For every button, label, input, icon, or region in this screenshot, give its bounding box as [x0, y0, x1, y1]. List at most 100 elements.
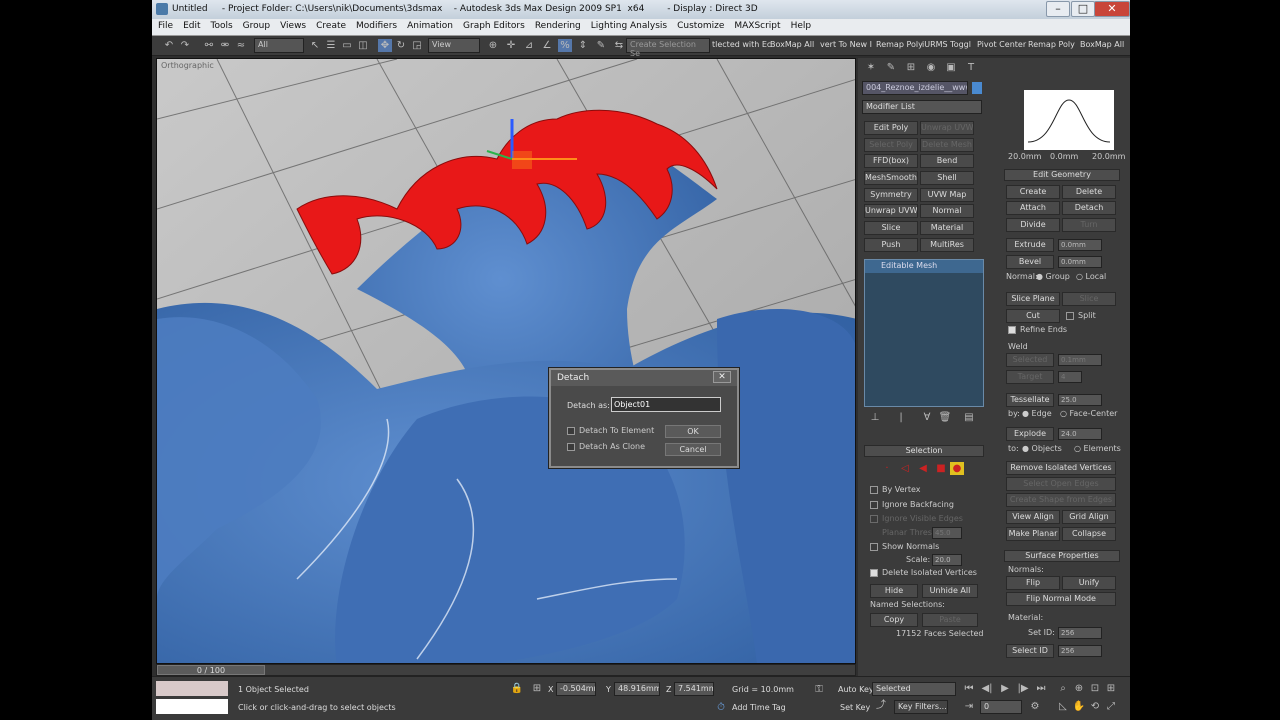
quick-button-5[interactable]: iURMS Toggl [922, 40, 971, 49]
create-button[interactable]: Create [1006, 185, 1060, 199]
lock-selection-icon[interactable]: 🔒 [510, 682, 524, 695]
detach-ok-button[interactable]: OK [665, 425, 721, 438]
play-icon[interactable]: ▶ [998, 682, 1012, 695]
slice-button[interactable]: Slice [1062, 292, 1116, 306]
planar-thresh-spinner[interactable]: 45.0 [932, 527, 962, 539]
unlink-icon[interactable]: ⚮ [218, 39, 232, 52]
face-center-radio[interactable]: ○ Face-Center [1060, 409, 1117, 418]
explode-button[interactable]: Explode [1006, 427, 1054, 441]
create-tab-icon[interactable]: ✶ [864, 61, 878, 74]
divide-button[interactable]: Divide [1006, 218, 1060, 232]
display-tab-icon[interactable]: ▣ [944, 61, 958, 74]
hide-button[interactable]: Hide [870, 584, 918, 598]
remove-modifier-icon[interactable]: 🗑 [938, 411, 952, 424]
prev-frame-icon[interactable]: ◀| [980, 682, 994, 695]
weld-target-spinner[interactable]: 4 [1058, 371, 1082, 383]
grid-align-button[interactable]: Grid Align [1062, 510, 1116, 524]
paste-button[interactable]: Paste [922, 613, 978, 627]
percent-snap-icon[interactable]: % [558, 39, 572, 52]
turn-button[interactable]: Turn [1062, 218, 1116, 232]
mod-delete-mesh[interactable]: Delete Mesh [920, 138, 974, 152]
tessellate-button[interactable]: Tessellate [1006, 393, 1054, 407]
refine-ends-checkbox[interactable] [1008, 326, 1016, 334]
set-id-spinner[interactable]: 256 [1058, 627, 1102, 639]
key-mode-icon[interactable]: ⇥ [962, 700, 976, 713]
y-coordinate[interactable]: 48.916mm [614, 682, 660, 696]
face-mode-icon[interactable]: ◀ [916, 462, 930, 475]
zoom-extents-all-icon[interactable]: ⊞ [1104, 682, 1118, 695]
pivot-icon[interactable]: ⊕ [486, 39, 500, 52]
mod-symmetry[interactable]: Symmetry [864, 188, 918, 202]
menu-views[interactable]: Views [274, 19, 310, 31]
rect-select-icon[interactable]: ▭ [340, 39, 354, 52]
spinner-snap-icon[interactable]: ⇕ [576, 39, 590, 52]
polygon-mode-icon[interactable]: ■ [934, 462, 948, 475]
x-coordinate[interactable]: -0.504mm [556, 682, 596, 696]
menu-group[interactable]: Group [237, 19, 274, 31]
configure-sets-icon[interactable]: ▤ [962, 411, 976, 424]
selection-filter-dropdown[interactable]: All [254, 38, 304, 53]
close-button[interactable]: ✕ [1094, 1, 1130, 17]
time-slider[interactable]: 0 / 100 [156, 664, 856, 676]
mod-slot-2[interactable]: Unwrap UVW [920, 121, 974, 135]
absolute-mode-icon[interactable]: ⊞ [530, 682, 544, 695]
mod-material[interactable]: Material [920, 221, 974, 235]
manipulate-icon[interactable]: ✛ [504, 39, 518, 52]
unify-button[interactable]: Unify [1062, 576, 1116, 590]
delete-button[interactable]: Delete [1062, 185, 1116, 199]
vertex-mode-icon[interactable]: · [880, 462, 894, 475]
pan-icon[interactable]: ✋ [1072, 700, 1086, 713]
objects-radio[interactable]: ● Objects [1022, 444, 1062, 453]
menu-create[interactable]: Create [310, 19, 350, 31]
surface-properties-rollout[interactable]: Surface Properties [1004, 550, 1120, 562]
menu-modifiers[interactable]: Modifiers [350, 19, 401, 31]
reference-coordinate-dropdown[interactable]: View [428, 38, 480, 53]
tessellate-spinner[interactable]: 25.0 [1058, 394, 1102, 406]
quick-button-1[interactable]: tlected with Ec [712, 40, 771, 49]
stack-item-editable-mesh[interactable]: Editable Mesh [865, 260, 983, 273]
bevel-spinner[interactable]: 0.0mm [1058, 256, 1102, 268]
viewport-label[interactable]: Orthographic [161, 61, 214, 70]
ignore-backfacing-checkbox[interactable] [870, 501, 878, 509]
key-set-dropdown[interactable]: Selected [872, 682, 956, 696]
quick-button-3[interactable]: vert To New I [820, 40, 872, 49]
detach-cancel-button[interactable]: Cancel [665, 443, 721, 456]
make-planar-button[interactable]: Make Planar [1006, 527, 1060, 541]
select-id-button[interactable]: Select ID [1006, 644, 1054, 658]
bevel-button[interactable]: Bevel [1006, 255, 1054, 269]
view-align-button[interactable]: View Align [1006, 510, 1060, 524]
scale-spinner[interactable]: 20.0 [932, 554, 962, 566]
mod-select-poly[interactable]: Select Poly [864, 138, 918, 152]
time-slider-thumb[interactable]: 0 / 100 [157, 665, 265, 675]
explode-spinner[interactable]: 24.0 [1058, 428, 1102, 440]
object-color-swatch[interactable] [972, 82, 982, 94]
modifier-list-dropdown[interactable]: Modifier List [862, 100, 982, 114]
mod-unwrap-uvw[interactable]: Unwrap UVW [864, 204, 918, 218]
mod-slice[interactable]: Slice [864, 221, 918, 235]
weld-selected-button[interactable]: Selected [1006, 353, 1054, 367]
flip-normal-mode-button[interactable]: Flip Normal Mode [1006, 592, 1116, 606]
pin-stack-icon[interactable]: ⊥ [868, 411, 882, 424]
detach-as-clone-checkbox[interactable] [567, 443, 575, 451]
object-name-field[interactable]: 004_Reznoe_izdelie__www.fc [862, 81, 968, 95]
hierarchy-tab-icon[interactable]: ⊞ [904, 61, 918, 74]
mod-uvw-map[interactable]: UVW Map [920, 188, 974, 202]
copy-button[interactable]: Copy [870, 613, 918, 627]
menu-maxscript[interactable]: MAXScript [728, 19, 784, 31]
collapse-button[interactable]: Collapse [1062, 527, 1116, 541]
show-end-result-icon[interactable]: | [894, 411, 908, 424]
menu-rendering[interactable]: Rendering [529, 19, 585, 31]
zoom-icon[interactable]: ⌕ [1056, 682, 1070, 695]
zoom-all-icon[interactable]: ⊕ [1072, 682, 1086, 695]
quick-button-6[interactable]: Pivot Center [977, 40, 1026, 49]
edit-named-sel-icon[interactable]: ✎ [594, 39, 608, 52]
mod-push[interactable]: Push [864, 238, 918, 252]
next-frame-icon[interactable]: |▶ [1016, 682, 1030, 695]
redo-icon[interactable]: ↷ [178, 39, 192, 52]
field-of-view-icon[interactable]: ◺ [1056, 700, 1070, 713]
remove-isolated-button[interactable]: Remove Isolated Vertices [1006, 461, 1116, 475]
slice-plane-button[interactable]: Slice Plane [1006, 292, 1060, 306]
cut-button[interactable]: Cut [1006, 309, 1060, 323]
key-icon[interactable]: ⚿ [812, 683, 826, 696]
show-normals-checkbox[interactable] [870, 543, 878, 551]
